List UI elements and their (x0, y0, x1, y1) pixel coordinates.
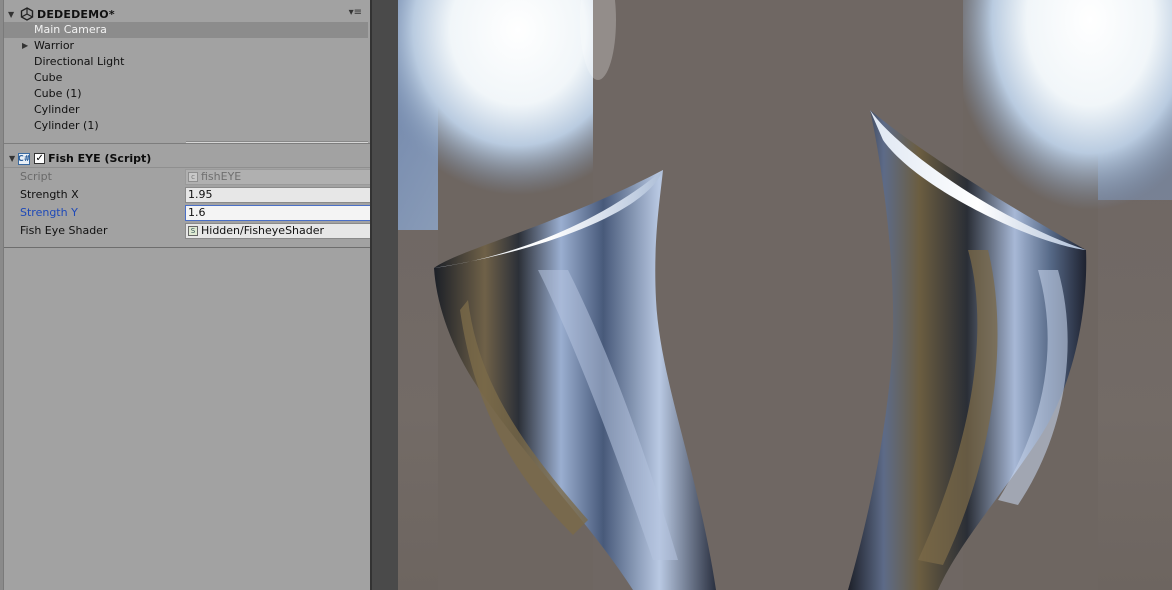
script-value: fishEYE (201, 170, 242, 183)
component-title: Fish EYE (Script) (48, 152, 152, 165)
property-row-fish-eye-shader: Fish Eye Shader S Hidden/FisheyeShader (4, 223, 387, 240)
hierarchy-item-label: Cylinder (1) (34, 119, 99, 132)
shader-asset-icon: S (188, 226, 198, 236)
shader-object-field[interactable]: S Hidden/FisheyeShader (185, 223, 387, 239)
component-enabled-checkbox[interactable]: ✓ (34, 153, 46, 164)
strength-x-value: 1.95 (188, 188, 213, 201)
panel-menu-icon[interactable]: ▾≡ (349, 7, 362, 18)
hierarchy-panel: ▼ DEDEDEMO* ▾≡ Main Camera ▶ Warrior Dir… (4, 6, 368, 148)
hierarchy-item-label: Main Camera (34, 23, 107, 36)
hierarchy-item-label: Cylinder (34, 103, 80, 116)
unity-logo-icon (20, 7, 34, 21)
script-asset-icon: c (188, 172, 198, 182)
inspector-panel: ▼ C# ✓ Fish EYE (Script) Script c fishEY… (4, 143, 387, 248)
property-row-script: Script c fishEYE (4, 169, 387, 186)
splitter-line (370, 0, 372, 590)
foldout-down-icon[interactable]: ▼ (9, 154, 15, 163)
property-label: Strength X (20, 188, 79, 201)
hierarchy-item-cylinder[interactable]: Cylinder (4, 102, 368, 118)
property-label: Strength Y (20, 206, 78, 219)
hierarchy-item-cube[interactable]: Cube (4, 70, 368, 86)
scene-render (398, 0, 1172, 590)
component-header[interactable]: ▼ C# ✓ Fish EYE (Script) (4, 150, 387, 168)
hierarchy-item-cube-1[interactable]: Cube (1) (4, 86, 368, 102)
strength-x-input[interactable]: 1.95 (185, 187, 387, 203)
strength-y-input[interactable]: 1.6 (185, 205, 387, 221)
hierarchy-item-cylinder-1[interactable]: Cylinder (1) (4, 118, 368, 134)
scene-header[interactable]: ▼ DEDEDEMO* ▾≡ (4, 6, 368, 22)
hierarchy-item-label: Cube (34, 71, 63, 84)
property-label: Script (20, 170, 52, 183)
script-object-field: c fishEYE (185, 169, 387, 185)
hierarchy-item-label: Directional Light (34, 55, 125, 68)
foldout-down-icon[interactable]: ▼ (8, 10, 18, 19)
property-row-strength-x: Strength X 1.95 (4, 187, 387, 204)
scene-viewport[interactable] (398, 0, 1172, 590)
hierarchy-item-label: Warrior (34, 39, 75, 52)
panel-splitter[interactable] (370, 0, 398, 590)
hierarchy-item-label: Cube (1) (34, 87, 82, 100)
csharp-script-icon: C# (17, 152, 31, 165)
strength-y-value: 1.6 (188, 206, 206, 219)
property-row-strength-y: Strength Y 1.6 (4, 205, 387, 222)
scene-name: DEDEDEMO* (37, 7, 115, 21)
left-panel: ▼ DEDEDEMO* ▾≡ Main Camera ▶ Warrior Dir… (0, 0, 370, 590)
hierarchy-item-warrior[interactable]: ▶ Warrior (4, 38, 368, 54)
triangle-right-icon[interactable]: ▶ (22, 38, 28, 54)
hierarchy-item-main-camera[interactable]: Main Camera (4, 22, 368, 38)
property-label: Fish Eye Shader (20, 224, 108, 237)
hierarchy-item-directional-light[interactable]: Directional Light (4, 54, 368, 70)
shader-value: Hidden/FisheyeShader (201, 224, 325, 237)
divider (4, 143, 387, 144)
